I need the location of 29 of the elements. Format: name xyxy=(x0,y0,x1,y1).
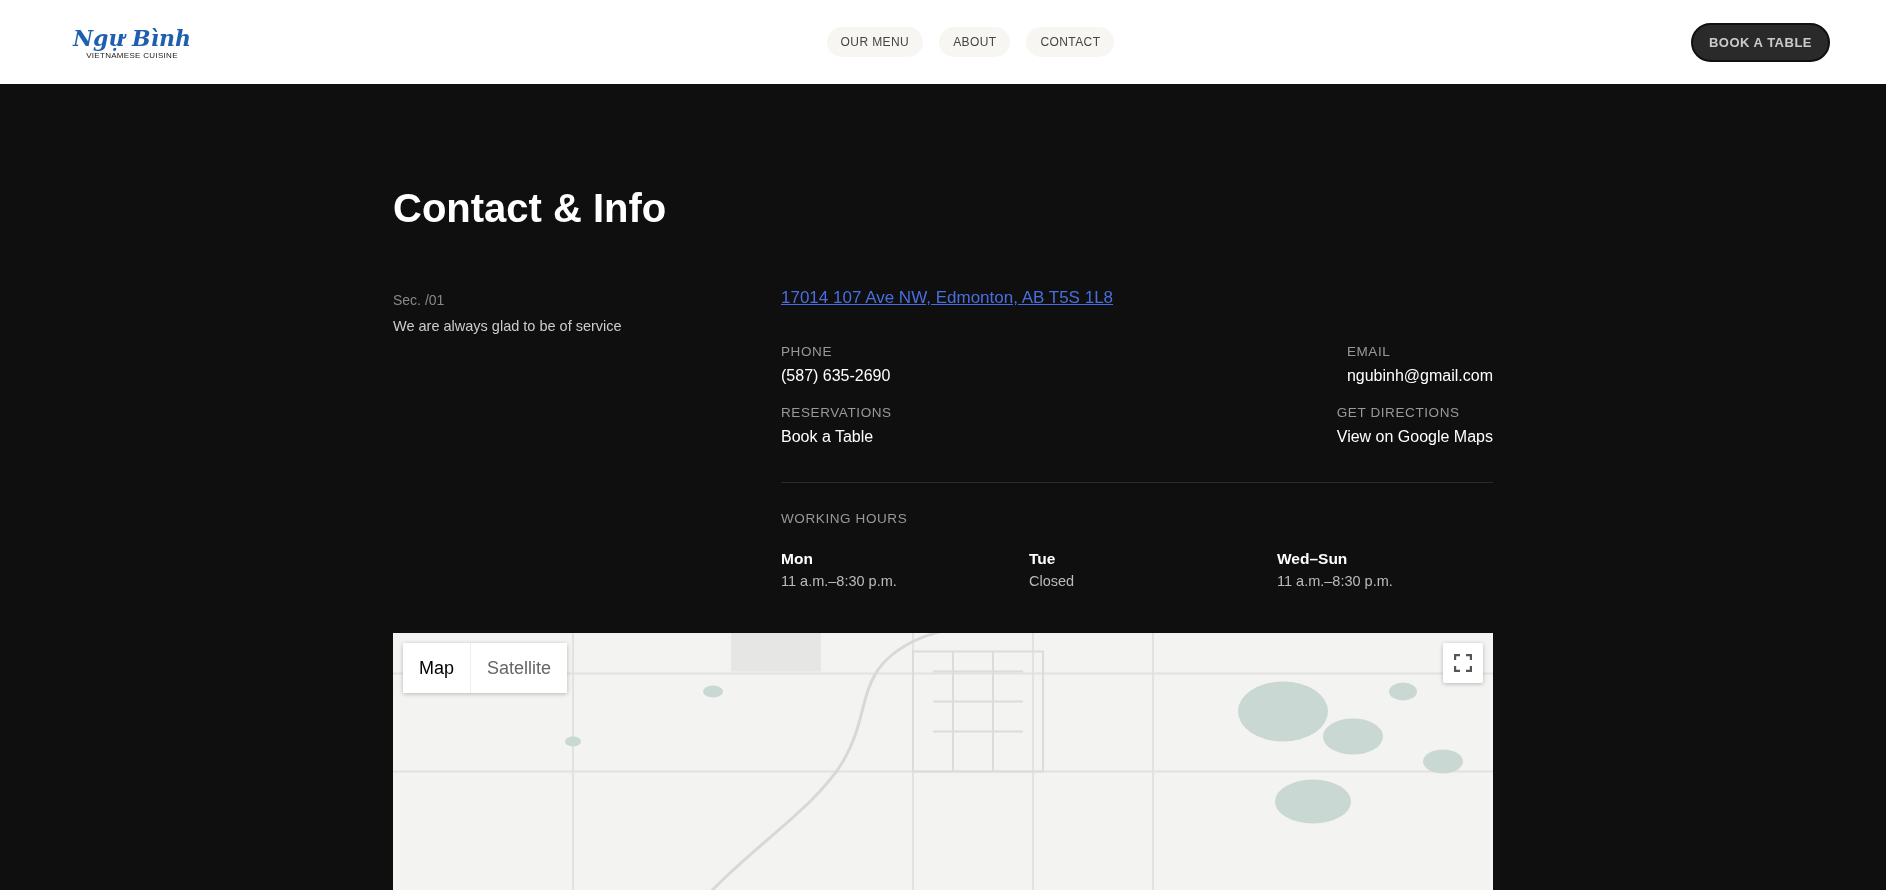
detail-link[interactable]: Book a Table xyxy=(781,428,874,446)
opening-time: 11 a.m.–8:30 p.m. xyxy=(1277,573,1394,589)
tagline: We are always glad to be of service xyxy=(393,318,623,334)
day-name: Wed–Sun xyxy=(1277,550,1349,568)
book-table-button[interactable]: BOOK A TABLE xyxy=(1691,22,1830,62)
detail-label: PHONE xyxy=(781,344,833,359)
logo-title[interactable]: Ngự Bình xyxy=(72,24,192,51)
day-name: Tue xyxy=(1029,550,1057,568)
day-name: Mon xyxy=(781,550,814,568)
detail-link[interactable]: View on Google Maps xyxy=(1336,428,1493,446)
opening-time: Closed xyxy=(1029,573,1076,589)
page-title: Contact & Info xyxy=(393,185,668,232)
detail-label: GET DIRECTIONS xyxy=(1336,405,1461,420)
opening-time: 11 a.m.–8:30 p.m. xyxy=(781,573,898,589)
hours-label: WORKING HOURS xyxy=(781,511,909,526)
detail-link[interactable]: ngubinh@gmail.com xyxy=(1346,367,1493,385)
fullscreen-button[interactable] xyxy=(1443,643,1483,683)
address-link[interactable]: 17014 107 Ave NW, Edmonton, AB T5S 1L8 xyxy=(781,288,1114,308)
logo-subtitle: VIETNAMESE CUISINE xyxy=(86,50,178,60)
nav-link[interactable]: CONTACT xyxy=(1026,27,1115,57)
map-type-tab[interactable]: Map xyxy=(403,643,470,693)
fullscreen-icon xyxy=(1454,654,1472,672)
detail-label: EMAIL xyxy=(1346,344,1392,359)
section-label: Sec. /01 xyxy=(393,292,446,308)
map-type-tab[interactable]: Satellite xyxy=(470,643,568,693)
detail-link[interactable]: (587) 635-2690 xyxy=(781,367,891,385)
nav-link[interactable]: OUR MENU xyxy=(826,27,924,57)
detail-label: RESERVATIONS xyxy=(781,405,893,420)
nav-link[interactable]: ABOUT xyxy=(939,27,1011,57)
